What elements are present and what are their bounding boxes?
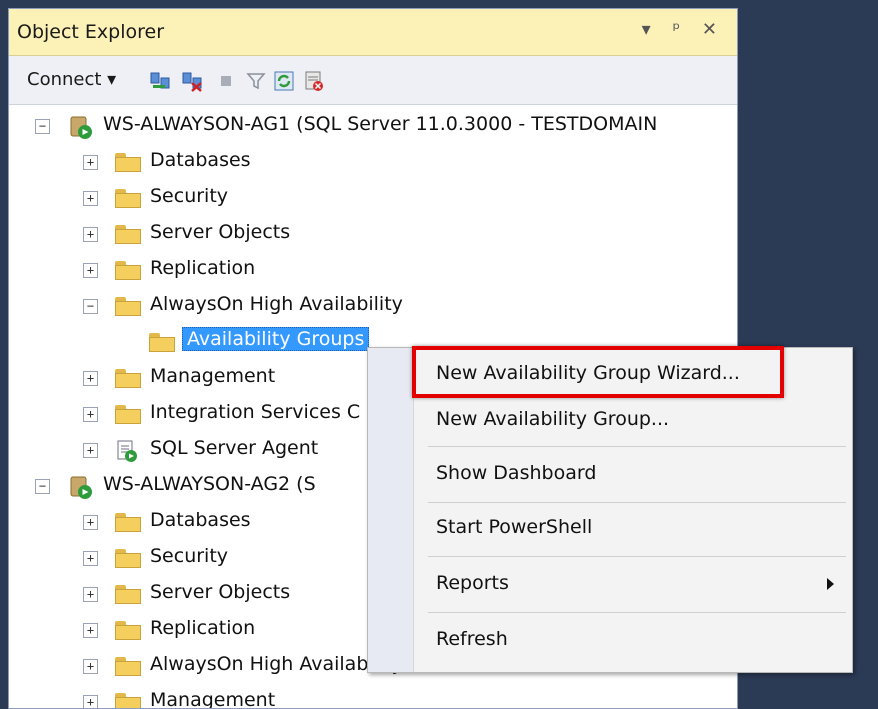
folder-icon — [149, 333, 175, 352]
tree-node-label: AlwaysOn High Availability — [150, 653, 403, 675]
panel-title-bar: Object Explorer ▾ ᵖ ✕ — [9, 9, 737, 56]
folder-icon — [115, 369, 141, 388]
tree-node-label: Databases — [150, 149, 251, 171]
highlight-box — [412, 346, 784, 398]
menu-separator — [428, 556, 846, 557]
tree-node-label: Security — [150, 545, 229, 567]
submenu-arrow-icon — [827, 578, 834, 590]
collapse-toggle[interactable]: − — [35, 119, 50, 134]
panel-title: Object Explorer — [17, 21, 165, 43]
folder-icon — [115, 153, 141, 172]
tree-node-databases[interactable]: + Databases — [9, 145, 737, 181]
folder-icon — [115, 225, 141, 244]
folder-icon — [115, 405, 141, 424]
expand-toggle[interactable]: + — [83, 515, 98, 530]
tree-node-label: AlwaysOn High Availability — [150, 293, 403, 315]
expand-toggle[interactable]: + — [83, 443, 98, 458]
tree-node-label-selected[interactable]: Availability Groups — [182, 327, 370, 351]
folder-icon — [115, 621, 141, 640]
tree-node-security[interactable]: + Security — [9, 181, 737, 217]
tree-node-label: SQL Server Agent — [150, 437, 319, 459]
close-icon[interactable]: ✕ — [702, 19, 725, 40]
folder-icon — [115, 657, 141, 676]
collapse-toggle[interactable]: − — [35, 479, 50, 494]
tree-node-label: Server Objects — [150, 581, 291, 603]
tree-node-label: Management — [150, 689, 276, 709]
folder-icon — [115, 513, 141, 532]
tree-node-label: Databases — [150, 509, 251, 531]
expand-toggle[interactable]: + — [83, 623, 98, 638]
server-connected-icon — [70, 476, 92, 499]
tree-node-label: Replication — [150, 257, 256, 279]
expand-toggle[interactable]: + — [83, 587, 98, 602]
pin-icon[interactable]: ᵖ — [672, 19, 688, 40]
folder-icon — [115, 261, 141, 280]
tree-node-label: Server Objects — [150, 221, 291, 243]
object-explorer-toolbar: Connect ▾ — [9, 56, 737, 105]
stop-icon[interactable] — [215, 70, 237, 92]
menu-icon-gutter — [368, 348, 414, 672]
tree-node-label: Security — [150, 185, 229, 207]
tree-node-replication[interactable]: + Replication — [9, 253, 737, 289]
expand-toggle[interactable]: + — [83, 155, 98, 170]
tree-node-server1[interactable]: − WS-ALWAYSON-AG1 (SQL Server 11.0.3000 … — [9, 109, 737, 145]
disconnect-icon[interactable] — [181, 70, 203, 92]
tree-node-label: Replication — [150, 617, 256, 639]
tree-node-management[interactable]: + Management — [9, 685, 737, 709]
tree-node-label: WS-ALWAYSON-AG2 (S — [103, 473, 316, 495]
menu-item-new-ag[interactable]: New Availability Group... — [436, 408, 669, 430]
menu-item-reports[interactable]: Reports — [436, 572, 509, 594]
expand-toggle[interactable]: + — [83, 659, 98, 674]
expand-toggle[interactable]: + — [83, 407, 98, 422]
tree-node-alwayson[interactable]: − AlwaysOn High Availability — [9, 289, 737, 325]
sql-agent-icon — [117, 440, 137, 462]
tree-node-server-objects[interactable]: + Server Objects — [9, 217, 737, 253]
activity-monitor-icon[interactable] — [303, 70, 325, 92]
folder-icon — [115, 297, 141, 316]
tree-node-label: WS-ALWAYSON-AG1 (SQL Server 11.0.3000 - … — [103, 113, 658, 135]
menu-item-start-powershell[interactable]: Start PowerShell — [436, 516, 592, 538]
connect-button[interactable]: Connect ▾ — [27, 69, 116, 90]
server-connected-icon — [70, 116, 92, 139]
connect-object-explorer-icon[interactable] — [149, 70, 171, 92]
panel-window-controls[interactable]: ▾ ᵖ ✕ — [642, 19, 725, 40]
expand-toggle[interactable]: + — [83, 191, 98, 206]
expand-toggle[interactable]: + — [83, 263, 98, 278]
folder-icon — [115, 585, 141, 604]
folder-icon — [115, 549, 141, 568]
menu-separator — [428, 502, 846, 503]
filter-icon[interactable] — [245, 70, 267, 92]
expand-toggle[interactable]: + — [83, 227, 98, 242]
dropdown-icon[interactable]: ▾ — [642, 19, 659, 40]
folder-icon — [115, 189, 141, 208]
tree-node-label: Management — [150, 365, 276, 387]
collapse-toggle[interactable]: − — [83, 299, 98, 314]
refresh-icon[interactable] — [273, 70, 295, 92]
menu-item-show-dashboard[interactable]: Show Dashboard — [436, 462, 596, 484]
tree-node-label: Integration Services C — [150, 401, 361, 423]
expand-toggle[interactable]: + — [83, 551, 98, 566]
menu-separator — [428, 446, 846, 447]
menu-item-refresh[interactable]: Refresh — [436, 628, 508, 650]
expand-toggle[interactable]: + — [83, 371, 98, 386]
menu-separator — [428, 612, 846, 613]
